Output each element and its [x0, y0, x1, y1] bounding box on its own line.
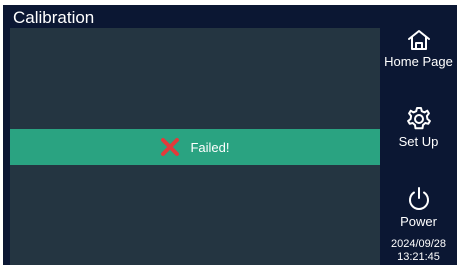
sidebar: Home Page Set Up Power 2024/09/28 13:21:… [380, 5, 457, 265]
page-title: Calibration [13, 8, 95, 27]
date-text: 2024/09/28 [390, 238, 447, 250]
home-page-label: Home Page [384, 54, 453, 69]
main-panel: Failed! [10, 28, 380, 265]
set-up-button[interactable]: Set Up [380, 106, 457, 149]
gear-icon [406, 107, 431, 130]
power-button[interactable]: Power [380, 186, 457, 229]
home-icon [407, 30, 430, 50]
status-banner: Failed! [10, 129, 380, 165]
set-up-label: Set Up [398, 134, 439, 149]
clock: 2024/09/28 13:21:45 [380, 238, 457, 264]
power-label: Power [400, 214, 437, 229]
status-message: Failed! [190, 139, 230, 155]
time-text: 13:21:45 [397, 251, 440, 263]
power-icon [408, 187, 429, 210]
screen-frame: Calibration Failed! Home Page Set Up Pow… [3, 5, 457, 265]
home-page-button[interactable]: Home Page [380, 28, 457, 69]
x-mark-icon [161, 138, 180, 156]
